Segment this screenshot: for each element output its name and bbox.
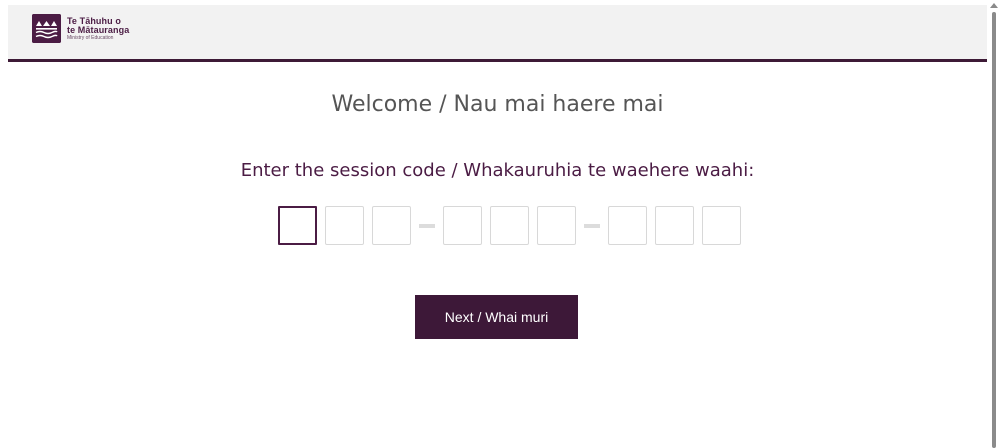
session-code-digit-6[interactable] bbox=[537, 206, 576, 245]
session-code-digit-7[interactable] bbox=[608, 206, 647, 245]
logo-line-3: Ministry of Education bbox=[67, 34, 114, 41]
page-title: Welcome / Nau mai haere mai bbox=[331, 92, 664, 117]
code-separator bbox=[419, 223, 435, 228]
scrollbar-thumb[interactable] bbox=[992, 12, 996, 448]
scroll-up-arrow-icon[interactable] bbox=[990, 3, 998, 8]
vertical-scrollbar[interactable] bbox=[987, 0, 1001, 448]
session-code-prompt: Enter the session code / Whakauruhia te … bbox=[240, 160, 755, 181]
page: Te Tāhuhu o te Mātauranga Ministry of Ed… bbox=[0, 0, 1001, 448]
session-code-digit-5[interactable] bbox=[490, 206, 529, 245]
logo-line-2: te Mātauranga bbox=[67, 24, 130, 35]
next-button[interactable]: Next / Whai muri bbox=[415, 295, 578, 339]
session-code-digit-2[interactable] bbox=[325, 206, 364, 245]
logo-text: Te Tāhuhu o te Mātauranga Ministry of Ed… bbox=[67, 16, 130, 41]
session-code-digit-3[interactable] bbox=[372, 206, 411, 245]
session-code-input-group bbox=[278, 206, 741, 245]
session-code-digit-8[interactable] bbox=[655, 206, 694, 245]
ministry-logo-icon bbox=[32, 14, 61, 43]
session-code-digit-9[interactable] bbox=[702, 206, 741, 245]
site-header: Te Tāhuhu o te Mātauranga Ministry of Ed… bbox=[8, 5, 987, 62]
session-code-digit-1[interactable] bbox=[278, 206, 317, 245]
ministry-logo[interactable]: Te Tāhuhu o te Mātauranga Ministry of Ed… bbox=[32, 14, 129, 43]
session-code-digit-4[interactable] bbox=[443, 206, 482, 245]
code-separator bbox=[584, 223, 600, 228]
